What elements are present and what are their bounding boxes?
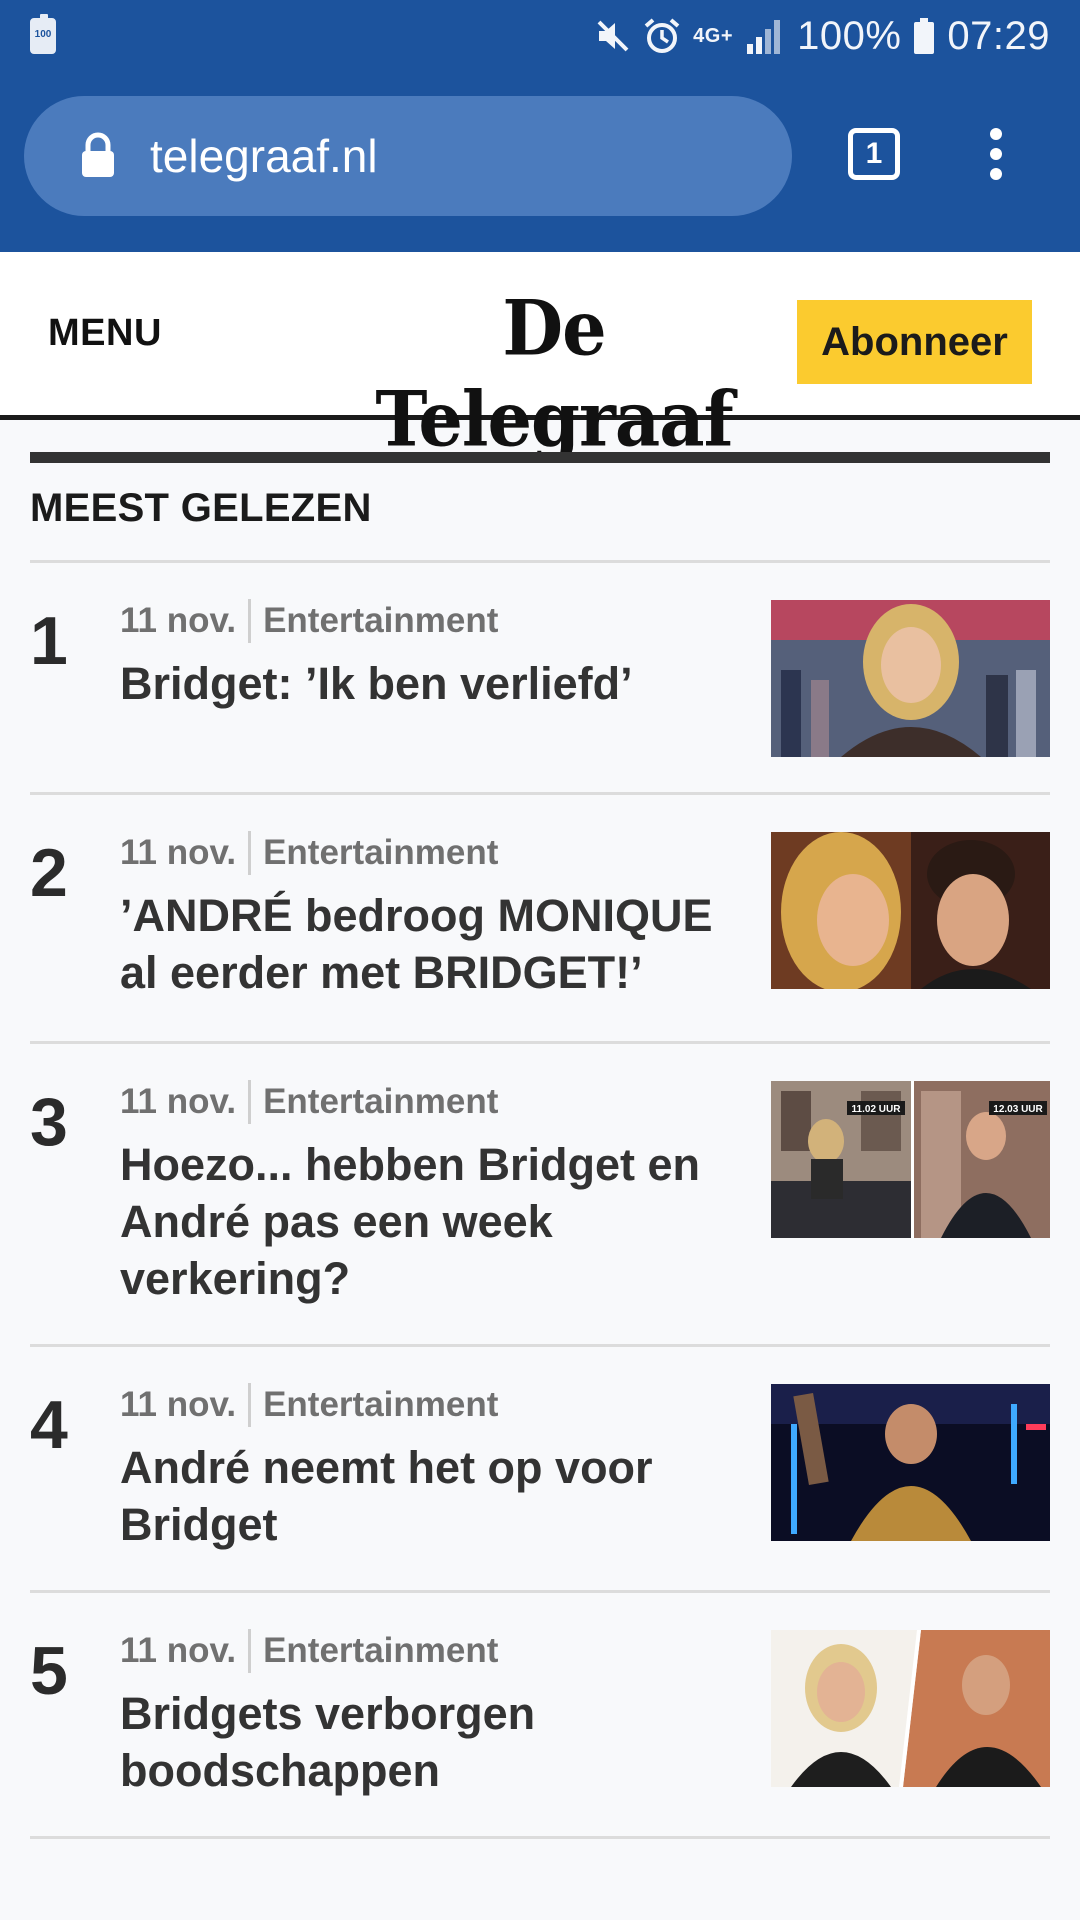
article-item-5[interactable]: 5 11 nov. Entertainment Bridgets verborge…: [0, 1593, 1080, 1836]
article-thumbnail[interactable]: [771, 600, 1050, 757]
meta-separator: [248, 1383, 252, 1427]
network-type-icon: 4G+: [693, 25, 733, 47]
meta-separator: [248, 1080, 252, 1124]
article-meta: 11 nov. Entertainment: [120, 831, 498, 875]
article-meta: 11 nov. Entertainment: [120, 1080, 498, 1124]
browser-chrome: 100 4G+ 100% 07:29 telegraaf.nl 1: [0, 0, 1080, 252]
battery-percent: 100%: [797, 13, 902, 58]
thumbnail-image-2: [771, 832, 1050, 989]
site-header: MENU De Telegraaf Abonneer: [0, 252, 1080, 464]
thumbnail-image-1: [771, 600, 1050, 757]
article-rank: 1: [30, 603, 68, 679]
menu-button[interactable]: MENU: [48, 312, 162, 355]
article-date: 11 nov.: [120, 601, 237, 640]
more-options-icon[interactable]: [984, 128, 1008, 184]
meta-separator: [248, 599, 252, 643]
article-item-3[interactable]: 3 11 nov. Entertainment Hoezo... hebben B…: [0, 1044, 1080, 1344]
battery-saver-label: 100: [34, 29, 52, 40]
thumbnail-image-5: [771, 1630, 1050, 1787]
article-item-4[interactable]: 4 11 nov. Entertainment André neemt het o…: [0, 1347, 1080, 1590]
article-category[interactable]: Entertainment: [263, 1383, 498, 1427]
article-meta: 11 nov. Entertainment: [120, 1383, 498, 1427]
article-headline[interactable]: Bridgets verborgen boodschappen: [120, 1685, 720, 1799]
article-thumbnail[interactable]: [771, 1630, 1050, 1787]
article-rank: 4: [30, 1387, 68, 1463]
section-top-rule: [30, 452, 1050, 463]
thumbnail-image-3: 11.02 UUR 12.03 UUR: [771, 1081, 1050, 1238]
status-bar: 100 4G+ 100% 07:29: [0, 0, 1080, 72]
article-date: 11 nov.: [120, 1385, 237, 1424]
lock-icon: [78, 132, 118, 178]
article-rank: 5: [30, 1633, 68, 1709]
mute-icon: [595, 18, 631, 54]
article-thumbnail[interactable]: [771, 1384, 1050, 1541]
battery-saver-icon: 100: [30, 14, 56, 54]
article-category[interactable]: Entertainment: [263, 1080, 498, 1124]
article-category[interactable]: Entertainment: [263, 1629, 498, 1673]
signal-icon: [745, 18, 785, 54]
article-date: 11 nov.: [120, 833, 237, 872]
article-date: 11 nov.: [120, 1631, 237, 1670]
status-icons: 4G+ 100% 07:29: [595, 10, 1050, 62]
meta-separator: [248, 831, 252, 875]
article-meta: 11 nov. Entertainment: [120, 1629, 498, 1673]
section-title: MEEST GELEZEN: [30, 486, 372, 530]
tab-switcher-icon[interactable]: 1: [848, 128, 900, 180]
article-category[interactable]: Entertainment: [263, 599, 498, 643]
thumb-caption-left: 11.02 UUR: [852, 1104, 902, 1115]
article-headline[interactable]: ’ANDRÉ bedroog MONIQUE al eerder met BRI…: [120, 887, 720, 1001]
url-text: telegraaf.nl: [150, 130, 378, 182]
article-item-2[interactable]: 2 11 nov. Entertainment ’ANDRÉ bedroog MO…: [0, 795, 1080, 1041]
article-headline[interactable]: Bridget: ’Ik ben verliefd’: [120, 655, 720, 712]
article-headline[interactable]: Hoezo... hebben Bridget en André pas een…: [120, 1136, 720, 1307]
alarm-icon: [643, 17, 681, 55]
address-bar[interactable]: telegraaf.nl: [24, 96, 792, 216]
battery-icon: [913, 18, 935, 54]
article-rank: 3: [30, 1084, 68, 1160]
article-date: 11 nov.: [120, 1082, 237, 1121]
article-meta: 11 nov. Entertainment: [120, 599, 498, 643]
meta-separator: [248, 1629, 252, 1673]
article-thumbnail[interactable]: [771, 832, 1050, 989]
subscribe-button[interactable]: Abonneer: [797, 300, 1032, 384]
article-headline[interactable]: André neemt het op voor Bridget: [120, 1439, 720, 1553]
article-thumbnail[interactable]: 11.02 UUR 12.03 UUR: [771, 1081, 1050, 1238]
article-item-1[interactable]: 1 11 nov. Entertainment Bridget: ’Ik ben …: [0, 563, 1080, 792]
thumb-caption-right: 12.03 UUR: [993, 1104, 1043, 1115]
divider: [30, 1836, 1050, 1839]
article-category[interactable]: Entertainment: [263, 831, 498, 875]
article-rank: 2: [30, 835, 68, 911]
clock: 07:29: [947, 13, 1050, 58]
thumbnail-image-4: [771, 1384, 1050, 1541]
site-logo[interactable]: De Telegraaf: [358, 283, 750, 464]
